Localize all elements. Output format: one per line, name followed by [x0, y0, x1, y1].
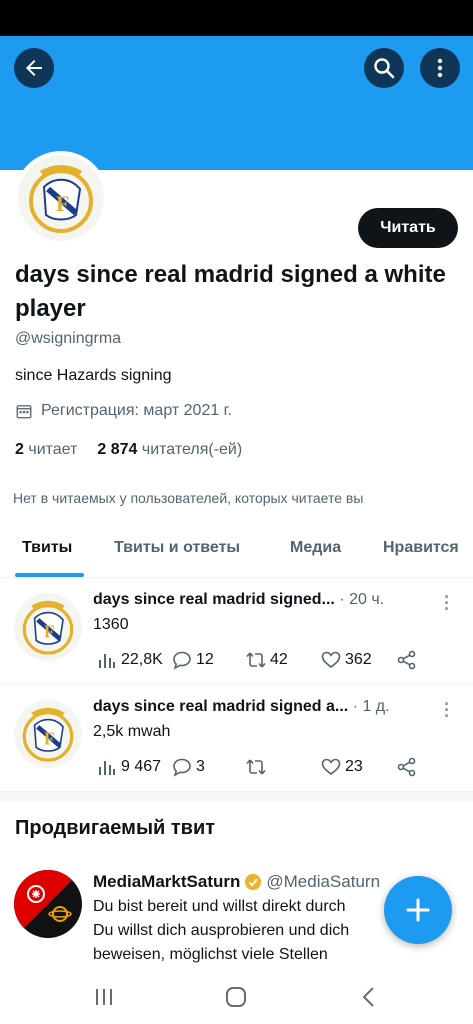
like-button[interactable]: 362: [321, 650, 372, 670]
follow-button[interactable]: Читать: [358, 208, 458, 248]
tweet-card[interactable]: F days since real madrid signed a... · 1…: [0, 686, 473, 792]
join-date: Регистрация: март 2021 г.: [15, 402, 232, 420]
retweet-count: 42: [270, 651, 288, 668]
verified-badge-icon: [245, 873, 262, 891]
plus-icon: [406, 898, 430, 922]
promoted-text-line: Du bist bereit und willst direkt durch: [93, 898, 346, 915]
promoted-text-line: beweisen, möglichst viele Stellen: [93, 946, 328, 963]
followers-count: 2 874: [97, 441, 138, 458]
reply-button[interactable]: 12: [172, 650, 214, 670]
promoted-section-title: Продвигаемый твит: [15, 817, 216, 839]
followers-label: читателя(-ей): [141, 441, 243, 458]
retweet-button[interactable]: 42: [246, 650, 288, 670]
reply-icon: [173, 758, 191, 777]
back-button[interactable]: [14, 48, 54, 88]
svg-text:F: F: [44, 729, 55, 748]
advertiser-handle: @MediaSaturn: [266, 872, 381, 891]
follow-counts: 2 читает 2 874 читателя(-ей): [15, 441, 242, 459]
tweet-author-name[interactable]: days since real madrid signed...: [93, 591, 335, 608]
chevron-left-icon: [362, 987, 374, 1007]
arrow-left-icon: [26, 60, 42, 76]
tweet-avatar[interactable]: F: [14, 593, 82, 661]
mutual-follows-note: Нет в читаемых у пользователей, которых …: [13, 490, 364, 506]
home-circle-icon: [226, 987, 246, 1007]
calendar-icon: [16, 405, 32, 419]
retweet-button[interactable]: [246, 757, 270, 777]
profile-handle: @wsigningrma: [15, 330, 122, 347]
join-date-text: Регистрация: март 2021 г.: [41, 402, 233, 419]
recent-apps-button[interactable]: [91, 984, 117, 1010]
tab-media[interactable]: Медиа: [290, 539, 341, 557]
reply-count: 12: [196, 651, 214, 668]
tweet-avatar[interactable]: F: [14, 700, 82, 768]
tab-likes[interactable]: Нравится: [383, 539, 459, 557]
tweet-card[interactable]: F days since real madrid signed... · 20 …: [0, 578, 473, 685]
real-madrid-crest-icon: F: [18, 155, 104, 241]
system-back-button[interactable]: [356, 984, 382, 1010]
following-count: 2: [15, 441, 24, 458]
following-link[interactable]: 2 читает: [15, 441, 77, 459]
share-button[interactable]: [397, 757, 417, 777]
reply-count: 3: [196, 758, 205, 775]
views-chart-icon: [99, 761, 115, 775]
tweet-text: 1360: [93, 616, 129, 633]
views-chart-icon: [99, 654, 115, 668]
tweet-text: 2,5k mwah: [93, 723, 171, 740]
advertiser-name[interactable]: MediaMarktSaturn: [93, 872, 240, 892]
retweet-icon: [246, 652, 266, 668]
views-count: 9 467: [121, 758, 162, 775]
following-label: читает: [28, 441, 78, 458]
svg-text:F: F: [56, 191, 69, 216]
tweet-author-name[interactable]: days since real madrid signed a...: [93, 698, 348, 715]
heart-icon: [321, 758, 341, 776]
real-madrid-crest-icon: F: [14, 700, 82, 768]
like-button[interactable]: 23: [321, 757, 363, 777]
reply-button[interactable]: 3: [172, 757, 205, 777]
share-button[interactable]: [397, 650, 417, 670]
share-icon: [397, 757, 416, 777]
mediamarktsaturn-logo-icon: [14, 870, 82, 938]
compose-tweet-button[interactable]: [384, 876, 452, 944]
system-nav-bar: [0, 970, 473, 1024]
profile-tabs: Твиты Твиты и ответы Медиа Нравится: [0, 524, 473, 578]
advertiser-avatar[interactable]: [14, 870, 82, 938]
home-button[interactable]: [223, 984, 249, 1010]
tweet-time: · 20 ч.: [339, 591, 385, 608]
search-icon: [374, 58, 395, 79]
like-count: 23: [345, 758, 363, 775]
followers-link[interactable]: 2 874 читателя(-ей): [97, 441, 242, 459]
real-madrid-crest-icon: F: [14, 593, 82, 661]
profile-avatar[interactable]: F: [14, 151, 108, 245]
share-icon: [397, 650, 416, 670]
reply-icon: [173, 651, 191, 670]
tweet-more-button[interactable]: · · ·: [444, 695, 450, 725]
search-button[interactable]: [364, 48, 404, 88]
tab-tweets[interactable]: Твиты: [22, 539, 72, 557]
retweet-icon: [246, 759, 266, 775]
like-count: 362: [345, 651, 372, 668]
views-stat[interactable]: 22,8K: [97, 650, 163, 670]
profile-banner: [0, 36, 473, 170]
status-bar: [0, 0, 473, 36]
profile-name: days since real madrid signed a white pl…: [15, 261, 446, 322]
views-count: 22,8K: [121, 651, 163, 668]
section-divider: [0, 792, 473, 802]
profile-bio: since Hazards signing: [15, 367, 172, 384]
tab-tweets-and-replies[interactable]: Твиты и ответы: [114, 539, 240, 557]
heart-icon: [321, 651, 341, 669]
tweet-more-button[interactable]: · · ·: [444, 588, 450, 618]
tweet-time: · 1 д.: [352, 698, 390, 715]
recent-apps-icon: [96, 989, 112, 1005]
promoted-text-line: Du willst dich ausprobieren und dich: [93, 922, 350, 939]
active-tab-indicator: [15, 573, 84, 577]
more-vertical-icon: [437, 58, 443, 78]
more-options-button[interactable]: [420, 48, 460, 88]
svg-text:F: F: [44, 622, 55, 641]
views-stat[interactable]: 9 467: [97, 757, 161, 777]
